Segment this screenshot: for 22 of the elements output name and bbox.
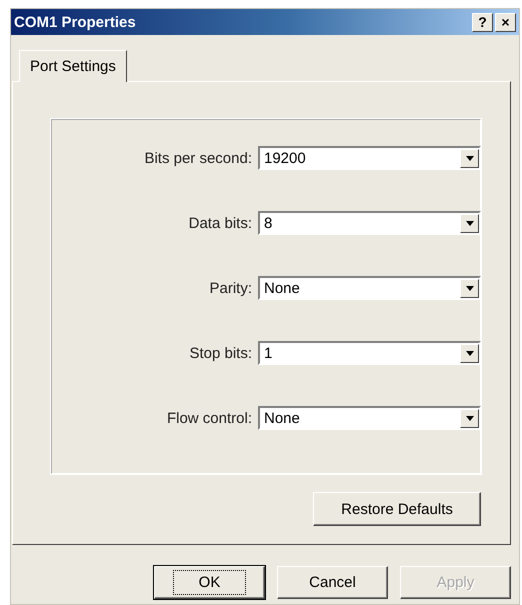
- dropdown-arrow-icon: [466, 156, 474, 160]
- dialog-button[interactable]: Cancel: [277, 566, 388, 599]
- dropdown-field[interactable]: 1: [258, 341, 481, 365]
- field-label: Stop bits:: [189, 344, 252, 362]
- field-label: Parity:: [209, 280, 252, 296]
- window-title: COM1 Properties: [14, 14, 136, 30]
- field-label: Data bits:: [188, 214, 252, 232]
- dialog-button[interactable]: OK: [154, 566, 265, 599]
- restore-defaults-button[interactable]: Restore Defaults: [313, 492, 481, 526]
- close-button[interactable]: ×: [495, 12, 516, 32]
- field-label: Flow control:: [166, 410, 252, 426]
- tab[interactable]: Port Settings: [19, 50, 127, 82]
- dropdown-arrow-icon: [466, 220, 474, 226]
- dropdown-arrow-icon: [466, 350, 474, 356]
- field-label: Bits per second:: [144, 150, 252, 166]
- dropdown-arrow-icon: [466, 416, 474, 420]
- dropdown-arrow-icon: [466, 286, 474, 290]
- dropdown-field[interactable]: None: [258, 276, 481, 300]
- dropdown-field[interactable]: 19200: [258, 146, 481, 170]
- dropdown-field[interactable]: None: [258, 406, 481, 430]
- dropdown-field[interactable]: 8: [258, 211, 481, 235]
- help-button[interactable]: ?: [472, 12, 493, 32]
